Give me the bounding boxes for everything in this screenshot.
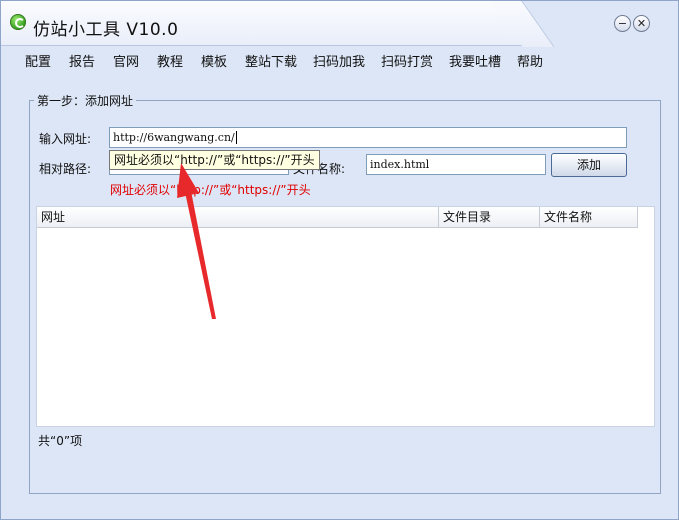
- app-window: 仿站小工具 V10.0 − ✕ 配置 报告 官网 教程 模板 整站下载 扫码加我…: [0, 0, 679, 520]
- url-list[interactable]: 网址 文件目录 文件名称: [36, 206, 655, 427]
- text-cursor: [235, 131, 237, 144]
- window-title: 仿站小工具 V10.0: [33, 20, 179, 40]
- menu-website[interactable]: 官网: [113, 51, 139, 70]
- column-directory[interactable]: 文件目录: [439, 207, 540, 228]
- url-input-value: http://6wangwang.cn/: [113, 131, 235, 144]
- url-label: 输入网址:: [39, 132, 92, 146]
- menu-scan-add[interactable]: 扫码加我: [313, 51, 365, 70]
- url-error-message: 网址必须以“http://”或“https://”开头: [110, 183, 311, 197]
- menu-report[interactable]: 报告: [69, 51, 95, 70]
- menu-help[interactable]: 帮助: [517, 51, 543, 70]
- minimize-icon: −: [617, 17, 628, 30]
- relative-path-label: 相对路径:: [39, 162, 92, 176]
- menu-template[interactable]: 模板: [201, 51, 227, 70]
- item-count: 共“0”项: [38, 434, 83, 448]
- title-bar[interactable]: 仿站小工具 V10.0 − ✕: [1, 1, 678, 47]
- close-button[interactable]: ✕: [633, 15, 650, 32]
- menu-scan-tip[interactable]: 扫码打赏: [381, 51, 433, 70]
- add-button[interactable]: 添加: [551, 153, 627, 177]
- step1-legend: 第一步：添加网址: [34, 92, 137, 109]
- minimize-button[interactable]: −: [614, 15, 631, 32]
- menu-feedback[interactable]: 我要吐槽: [449, 51, 501, 70]
- close-icon: ✕: [636, 17, 647, 30]
- column-filename[interactable]: 文件名称: [540, 207, 638, 228]
- column-url[interactable]: 网址: [37, 207, 439, 228]
- menu-site-download[interactable]: 整站下载: [245, 51, 297, 70]
- app-icon: [10, 14, 26, 30]
- menu-tutorial[interactable]: 教程: [157, 51, 183, 70]
- url-tooltip: 网址必须以“http://”或“https://”开头: [109, 150, 320, 170]
- filename-input[interactable]: index.html: [366, 154, 546, 175]
- url-input[interactable]: http://6wangwang.cn/: [109, 127, 627, 148]
- menu-config[interactable]: 配置: [25, 51, 51, 70]
